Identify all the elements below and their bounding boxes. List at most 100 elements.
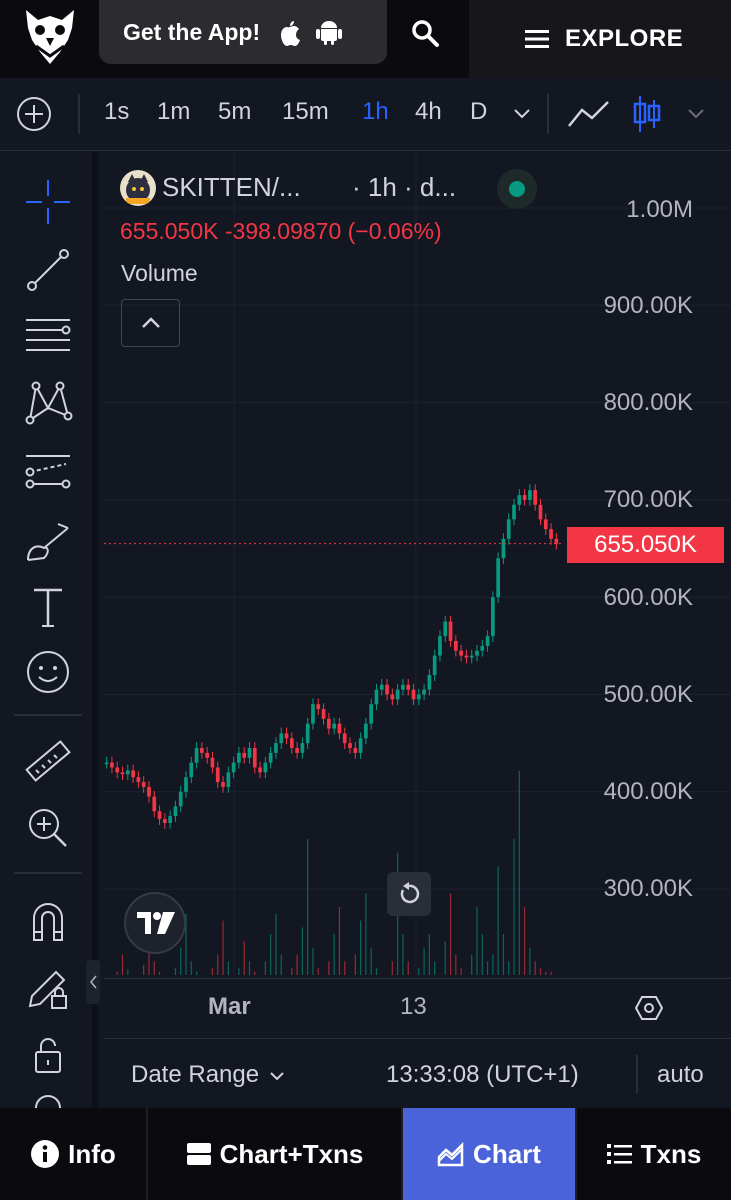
- volume-bar: [449, 893, 452, 975]
- lock-drawings-icon[interactable]: [22, 962, 74, 1014]
- interval-4h[interactable]: 4h: [415, 98, 442, 126]
- reset-icon: [400, 882, 420, 904]
- volume-bar: [158, 971, 161, 975]
- candle-body: [221, 782, 225, 787]
- owl-logo-icon[interactable]: [22, 6, 78, 66]
- volume-bar: [402, 934, 404, 975]
- volume-bar: [291, 968, 293, 975]
- candle-body: [147, 786, 151, 797]
- tab-txns[interactable]: Txns: [577, 1108, 731, 1200]
- tab-chart-txns[interactable]: Chart+Txns: [148, 1108, 403, 1200]
- fib-retracement-icon[interactable]: [22, 310, 74, 362]
- chevron-up-icon: [142, 317, 160, 328]
- volume-bar: [127, 969, 129, 975]
- candle-body: [469, 655, 474, 658]
- price-chart[interactable]: [104, 152, 731, 977]
- interval-15m[interactable]: 15m: [282, 98, 329, 126]
- volume-bar: [370, 947, 372, 975]
- chevron-down-icon[interactable]: [686, 106, 706, 120]
- candle-body: [427, 675, 432, 690]
- volume-bar: [301, 927, 304, 975]
- volume-bar: [270, 934, 272, 975]
- volume-bar: [508, 961, 510, 975]
- search-icon[interactable]: [410, 18, 440, 48]
- volume-bar: [328, 961, 330, 975]
- reset-chart-button[interactable]: [387, 872, 431, 916]
- volume-bar: [545, 971, 547, 975]
- candle-body: [311, 704, 315, 724]
- candle-body: [485, 636, 490, 646]
- collapse-legend-button[interactable]: [121, 299, 180, 347]
- volume-bar: [180, 947, 182, 975]
- candle-body: [432, 655, 437, 676]
- candle-body: [305, 723, 310, 744]
- candle-body: [252, 748, 257, 768]
- android-icon: [316, 21, 343, 45]
- clock-display[interactable]: 13:33:08 (UTC+1): [386, 1061, 579, 1089]
- candle-body: [131, 770, 135, 778]
- emoji-icon[interactable]: [22, 646, 74, 698]
- lock-icon[interactable]: [22, 1030, 74, 1082]
- volume-bar: [190, 961, 192, 975]
- candle-body: [390, 694, 395, 700]
- settings-icon[interactable]: [634, 993, 664, 1023]
- interval-5m[interactable]: 5m: [218, 98, 251, 126]
- volume-bar: [280, 954, 282, 975]
- volume-bar: [227, 961, 229, 975]
- zoom-in-icon[interactable]: [22, 802, 74, 854]
- candles-icon[interactable]: [632, 94, 662, 134]
- candle-body: [242, 752, 247, 758]
- candle-body: [358, 738, 363, 753]
- date-range-button[interactable]: Date Range: [131, 1061, 285, 1089]
- candle-body: [141, 782, 146, 787]
- forecast-icon[interactable]: [22, 444, 74, 496]
- add-symbol-icon[interactable]: [16, 96, 52, 132]
- volume-bar: [476, 907, 478, 975]
- volume-bar: [481, 934, 483, 975]
- magnet-icon[interactable]: [22, 896, 74, 948]
- candle-body: [337, 723, 342, 734]
- candle-body: [374, 689, 379, 705]
- interval-1m[interactable]: 1m: [157, 98, 190, 126]
- volume-bar: [153, 961, 155, 975]
- crosshair-icon[interactable]: [22, 176, 74, 228]
- auto-scale-button[interactable]: auto: [657, 1061, 704, 1089]
- interval-1s[interactable]: 1s: [104, 98, 129, 126]
- chevron-down-icon[interactable]: [512, 106, 532, 120]
- time-axis[interactable]: Mar 13: [104, 978, 731, 1038]
- chart-pane[interactable]: SKITTEN/... · 1h · d... 655.050K -398.09…: [104, 152, 731, 977]
- candle-body: [110, 762, 114, 768]
- ohlc-values: 655.050K -398.09870 (−0.06%): [120, 218, 442, 244]
- tab-label: Chart+Txns: [219, 1138, 364, 1169]
- tab-info[interactable]: Info: [0, 1108, 148, 1200]
- ruler-icon[interactable]: [22, 736, 74, 788]
- volume-bar: [365, 893, 367, 975]
- volume-bar: [423, 947, 425, 975]
- sidebar-collapse-handle[interactable]: [86, 960, 100, 1004]
- volume-bar: [534, 961, 536, 975]
- candle-body: [501, 538, 506, 559]
- candle-body: [295, 748, 299, 753]
- eye-icon[interactable]: [22, 1090, 74, 1108]
- market-status-indicator[interactable]: [497, 169, 537, 209]
- interval-1h[interactable]: 1h: [362, 98, 389, 126]
- tab-chart[interactable]: Chart: [403, 1108, 577, 1200]
- symbol-name[interactable]: SKITTEN/...: [162, 172, 301, 203]
- volume-bar: [312, 947, 314, 975]
- candle-body: [274, 743, 278, 753]
- explore-button[interactable]: EXPLORE: [469, 0, 731, 78]
- time-axis-label: 13: [400, 993, 427, 1020]
- text-icon[interactable]: [22, 582, 74, 634]
- tradingview-logo-icon[interactable]: [124, 892, 186, 954]
- symbol-timeframe: · 1h · d...: [352, 172, 457, 202]
- line-chart-icon[interactable]: [566, 98, 612, 130]
- candle-body: [173, 806, 178, 817]
- pattern-icon[interactable]: [22, 376, 74, 428]
- volume-bar: [434, 961, 436, 975]
- candle-body: [443, 621, 448, 637]
- get-app-button[interactable]: Get the App!: [99, 0, 387, 64]
- price-axis-label: 500.00K: [603, 681, 693, 708]
- brush-icon[interactable]: [22, 514, 74, 566]
- trend-line-icon[interactable]: [22, 244, 74, 296]
- interval-d[interactable]: D: [470, 98, 487, 126]
